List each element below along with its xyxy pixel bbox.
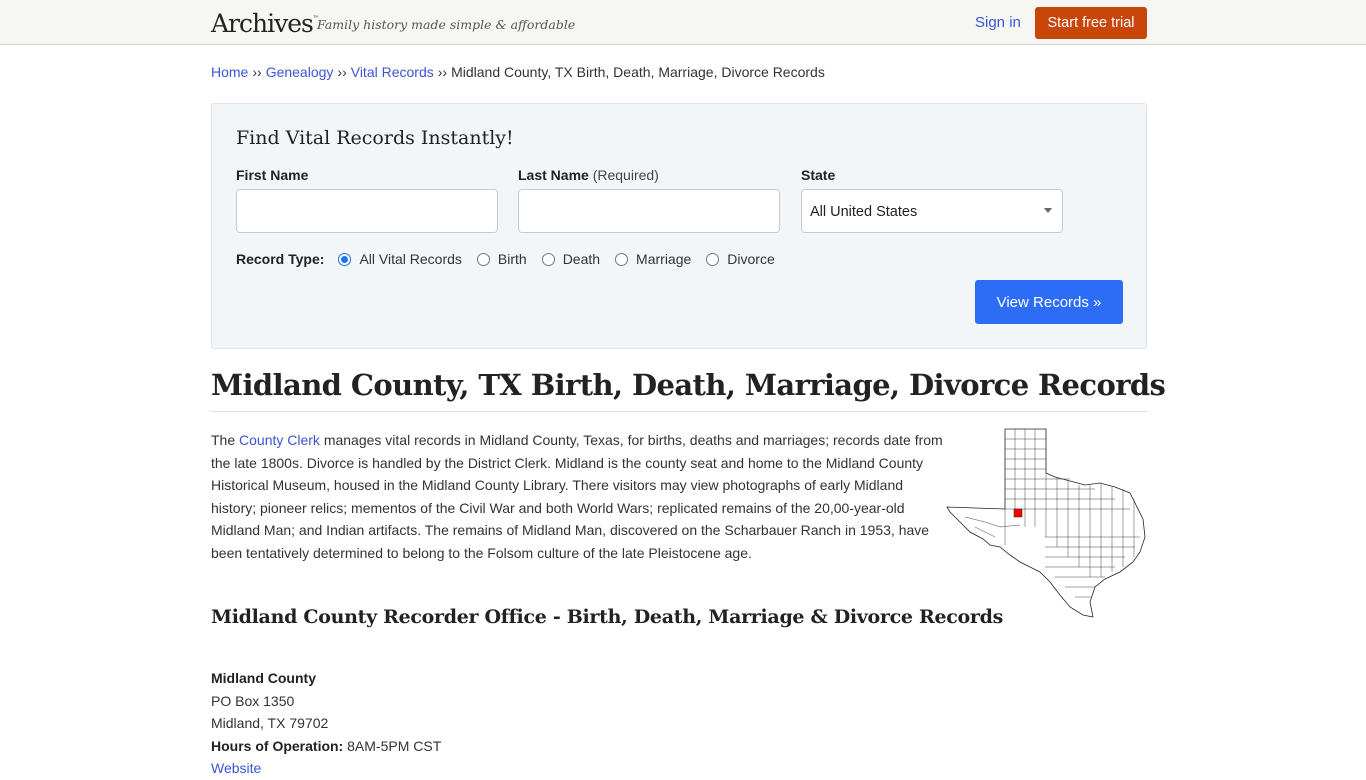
search-title: Find Vital Records Instantly!: [236, 127, 514, 149]
midland-county-highlight: [1013, 508, 1023, 518]
radio-all-vital-records[interactable]: All Vital Records: [338, 251, 462, 267]
title-divider: [211, 411, 1147, 412]
logo-text: Archives: [211, 9, 314, 38]
breadcrumb-vital-records[interactable]: Vital Records: [351, 64, 434, 80]
breadcrumb-separator: ››: [337, 64, 347, 80]
state-select-value: All United States: [810, 204, 918, 220]
breadcrumb-genealogy[interactable]: Genealogy: [266, 64, 334, 80]
radio-label: Death: [562, 251, 601, 267]
office-address-line2: Midland, TX 79702: [211, 715, 329, 731]
breadcrumb-separator: ››: [252, 64, 262, 80]
radio-label: Marriage: [636, 251, 692, 267]
office-website-link[interactable]: Website: [211, 760, 261, 776]
office-name: Midland County: [211, 670, 316, 686]
radio-circle[interactable]: [706, 252, 720, 266]
first-name-input[interactable]: [236, 189, 498, 233]
radio-marriage[interactable]: Marriage: [615, 251, 691, 267]
first-name-label: First Name: [236, 167, 308, 183]
page-title: Midland County, TX Birth, Death, Marriag…: [211, 368, 1166, 402]
sign-in-link[interactable]: Sign in: [975, 14, 1021, 31]
tagline: Family history made simple & affordable: [317, 17, 576, 32]
last-name-label-text: Last Name: [518, 167, 589, 183]
radio-circle[interactable]: [541, 252, 555, 266]
office-hours: Hours of Operation: 8AM-5PM CST: [211, 735, 441, 758]
view-records-button[interactable]: View Records »: [975, 280, 1123, 324]
last-name-label: Last Name (Required): [518, 167, 659, 183]
radio-label: Divorce: [727, 251, 775, 267]
radio-divorce[interactable]: Divorce: [706, 251, 775, 267]
required-note: (Required): [592, 167, 659, 183]
site-header: Archives™ Family history made simple & a…: [0, 0, 1366, 45]
start-free-trial-button[interactable]: Start free trial: [1035, 7, 1147, 39]
hours-label: Hours of Operation:: [211, 737, 344, 754]
radio-circle[interactable]: [476, 252, 490, 266]
office-address-line1: PO Box 1350: [211, 692, 295, 709]
state-label: State: [801, 167, 835, 183]
radio-death[interactable]: Death: [541, 251, 601, 267]
hours-value: 8AM-5PM CST: [347, 737, 442, 754]
radio-birth[interactable]: Birth: [476, 251, 527, 267]
breadcrumb-separator: ››: [437, 64, 448, 80]
record-type-label: Record Type:: [236, 251, 325, 267]
site-logo[interactable]: Archives™: [211, 9, 319, 38]
radio-label: All Vital Records: [359, 251, 462, 267]
breadcrumb-home[interactable]: Home: [211, 64, 248, 80]
recorder-office-heading: Midland County Recorder Office - Birth, …: [211, 606, 1004, 628]
intro-prefix: The: [211, 432, 240, 448]
radio-circle-checked[interactable]: [338, 252, 352, 266]
state-select[interactable]: All United States: [801, 189, 1063, 233]
radio-label: Birth: [497, 251, 527, 267]
first-name-label-text: First Name: [236, 167, 309, 183]
county-clerk-link[interactable]: County Clerk: [239, 432, 320, 448]
search-panel: Find Vital Records Instantly! First Name…: [211, 103, 1147, 349]
texas-county-map: [946, 428, 1146, 618]
breadcrumb-current: Midland County, TX Birth, Death, Marriag…: [451, 64, 825, 80]
state-label-text: State: [801, 167, 836, 183]
intro-text: manages vital records in Midland County,…: [211, 432, 943, 561]
intro-paragraph: The County Clerk manages vital records i…: [211, 429, 949, 564]
office-info: Midland County PO Box 1350 Midland, TX 7…: [211, 667, 441, 780]
record-type-group: Record Type: All Vital Records Birth Dea…: [236, 251, 790, 267]
breadcrumb: Home ›› Genealogy ›› Vital Records ›› Midland …: [211, 64, 825, 80]
radio-circle[interactable]: [615, 252, 629, 266]
chevron-down-icon: [1044, 208, 1052, 213]
last-name-input[interactable]: [518, 189, 780, 233]
